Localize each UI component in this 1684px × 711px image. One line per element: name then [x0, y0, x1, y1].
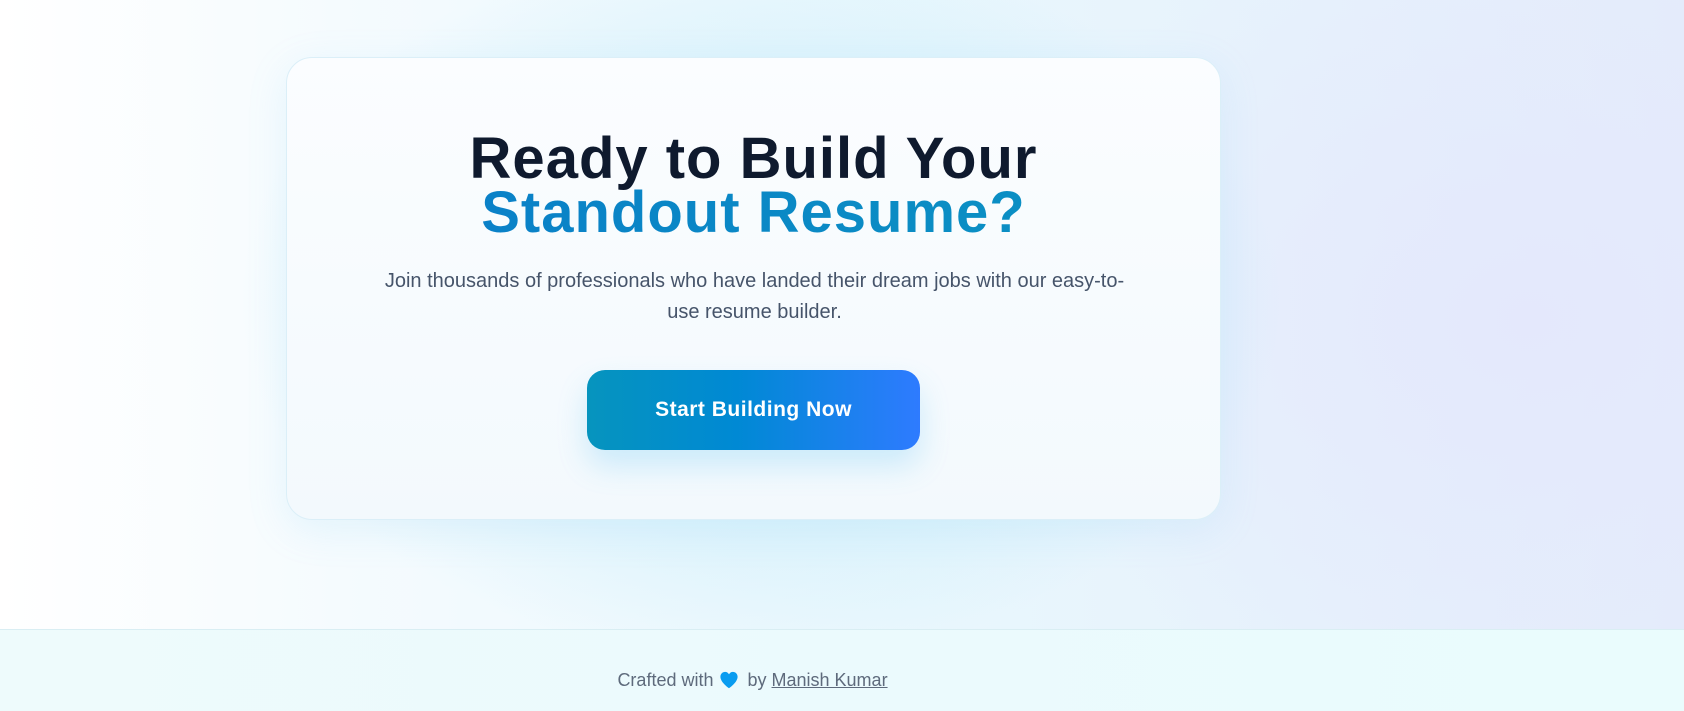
heart-icon [719, 671, 739, 694]
footer-credit: Crafted with by Manish Kumar [0, 670, 1505, 694]
cta-title: Ready to Build Your Standout Resume? [287, 126, 1220, 242]
start-building-button[interactable]: Start Building Now [587, 370, 920, 450]
cta-card: Ready to Build Your Standout Resume? Joi… [286, 57, 1221, 520]
author-link[interactable]: Manish Kumar [772, 670, 888, 690]
footer-by: by [747, 670, 767, 690]
cta-subtitle: Join thousands of professionals who have… [384, 270, 1125, 323]
cta-title-highlight: Standout Resume? [287, 184, 1220, 242]
footer-crafted-with: Crafted with [617, 670, 714, 690]
footer: Crafted with by Manish Kumar [0, 629, 1684, 711]
cta-title-line1: Ready to Build Your [469, 126, 1038, 191]
cta-section: Ready to Build Your Standout Resume? Joi… [0, 0, 1684, 629]
